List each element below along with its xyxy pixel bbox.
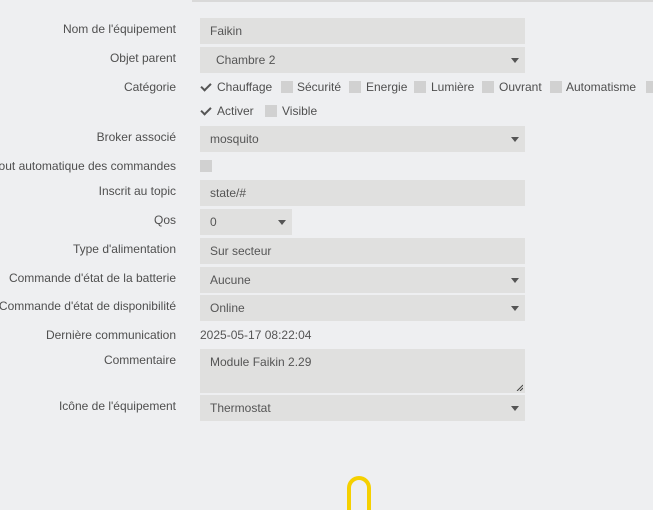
battery-command-select[interactable]: Aucune (200, 267, 525, 293)
chevron-down-icon (511, 406, 519, 411)
category-energie-label: Energie (366, 80, 408, 94)
battery-command-label: Commande d'état de la batterie (8, 271, 176, 285)
availability-command-label: Commande d'état de disponibilité (0, 299, 176, 313)
power-type-label: Type d'alimentation (72, 242, 176, 256)
visible-checkbox[interactable] (265, 105, 277, 117)
equipment-icon-select[interactable]: Thermostat (200, 395, 525, 421)
battery-command-value: Aucune (210, 273, 251, 287)
category-label: Catégorie (123, 80, 176, 94)
topic-label: Inscrit au topic (98, 184, 176, 198)
comment-value: Module Faikin 2.29 (210, 355, 312, 369)
chevron-down-icon (511, 137, 519, 142)
qos-label: Qos (153, 213, 176, 227)
chevron-down-icon (511, 306, 519, 311)
loading-spinner-icon (347, 476, 371, 510)
equipment-name-label: Nom de l'équipement (62, 22, 176, 36)
chevron-down-icon (511, 278, 519, 283)
power-type-input[interactable]: Sur secteur (200, 238, 525, 264)
category-automatisme-label: Automatisme (566, 80, 637, 94)
equipment-icon-label: Icône de l'équipement (58, 399, 176, 413)
parent-object-label: Objet parent (109, 51, 176, 65)
category-ouvrant-label: Ouvrant (499, 80, 542, 94)
last-communication-label: Dernière communication (45, 328, 176, 342)
category-energie-checkbox[interactable] (349, 81, 361, 93)
comment-textarea[interactable]: Module Faikin 2.29 (200, 349, 525, 393)
topic-input[interactable]: state/# (200, 180, 525, 206)
equipment-icon-value: Thermostat (210, 401, 271, 415)
category-lumiere-label: Lumière (431, 80, 475, 94)
chevron-down-icon (511, 58, 519, 63)
equipment-name-input[interactable]: Faikin (200, 18, 525, 44)
availability-command-select[interactable]: Online (200, 295, 525, 321)
category-chauffage-label: Chauffage (217, 80, 273, 94)
comment-label: Commentaire (103, 353, 176, 367)
auto-add-commands-label: Ajout automatique des commandes (0, 159, 176, 173)
activate-checkbox[interactable] (200, 105, 212, 117)
category-more-checkbox[interactable] (646, 81, 653, 93)
broker-value: mosquito (210, 132, 259, 146)
category-lumiere-checkbox[interactable] (414, 81, 426, 93)
resize-handle-icon[interactable] (516, 384, 523, 391)
top-panel-edge (192, 0, 653, 2)
activate-label: Activer (217, 104, 254, 118)
parent-object-value: Chambre 2 (216, 53, 276, 67)
category-automatisme-checkbox[interactable] (550, 81, 562, 93)
chevron-down-icon (278, 220, 286, 225)
availability-command-value: Online (210, 301, 245, 315)
broker-select[interactable]: mosquito (200, 126, 525, 152)
visible-label: Visible (282, 104, 318, 118)
auto-add-commands-checkbox[interactable] (200, 160, 212, 172)
parent-object-select[interactable]: Chambre 2 (200, 47, 525, 73)
qos-value: 0 (210, 215, 217, 229)
broker-label: Broker associé (96, 130, 176, 144)
category-ouvrant-checkbox[interactable] (482, 81, 494, 93)
category-chauffage-checkbox[interactable] (200, 81, 212, 93)
qos-select[interactable]: 0 (200, 209, 292, 235)
category-securite-checkbox[interactable] (281, 81, 293, 93)
category-securite-label: Sécurité (297, 80, 342, 94)
last-communication-value: 2025-05-17 08:22:04 (200, 328, 312, 342)
